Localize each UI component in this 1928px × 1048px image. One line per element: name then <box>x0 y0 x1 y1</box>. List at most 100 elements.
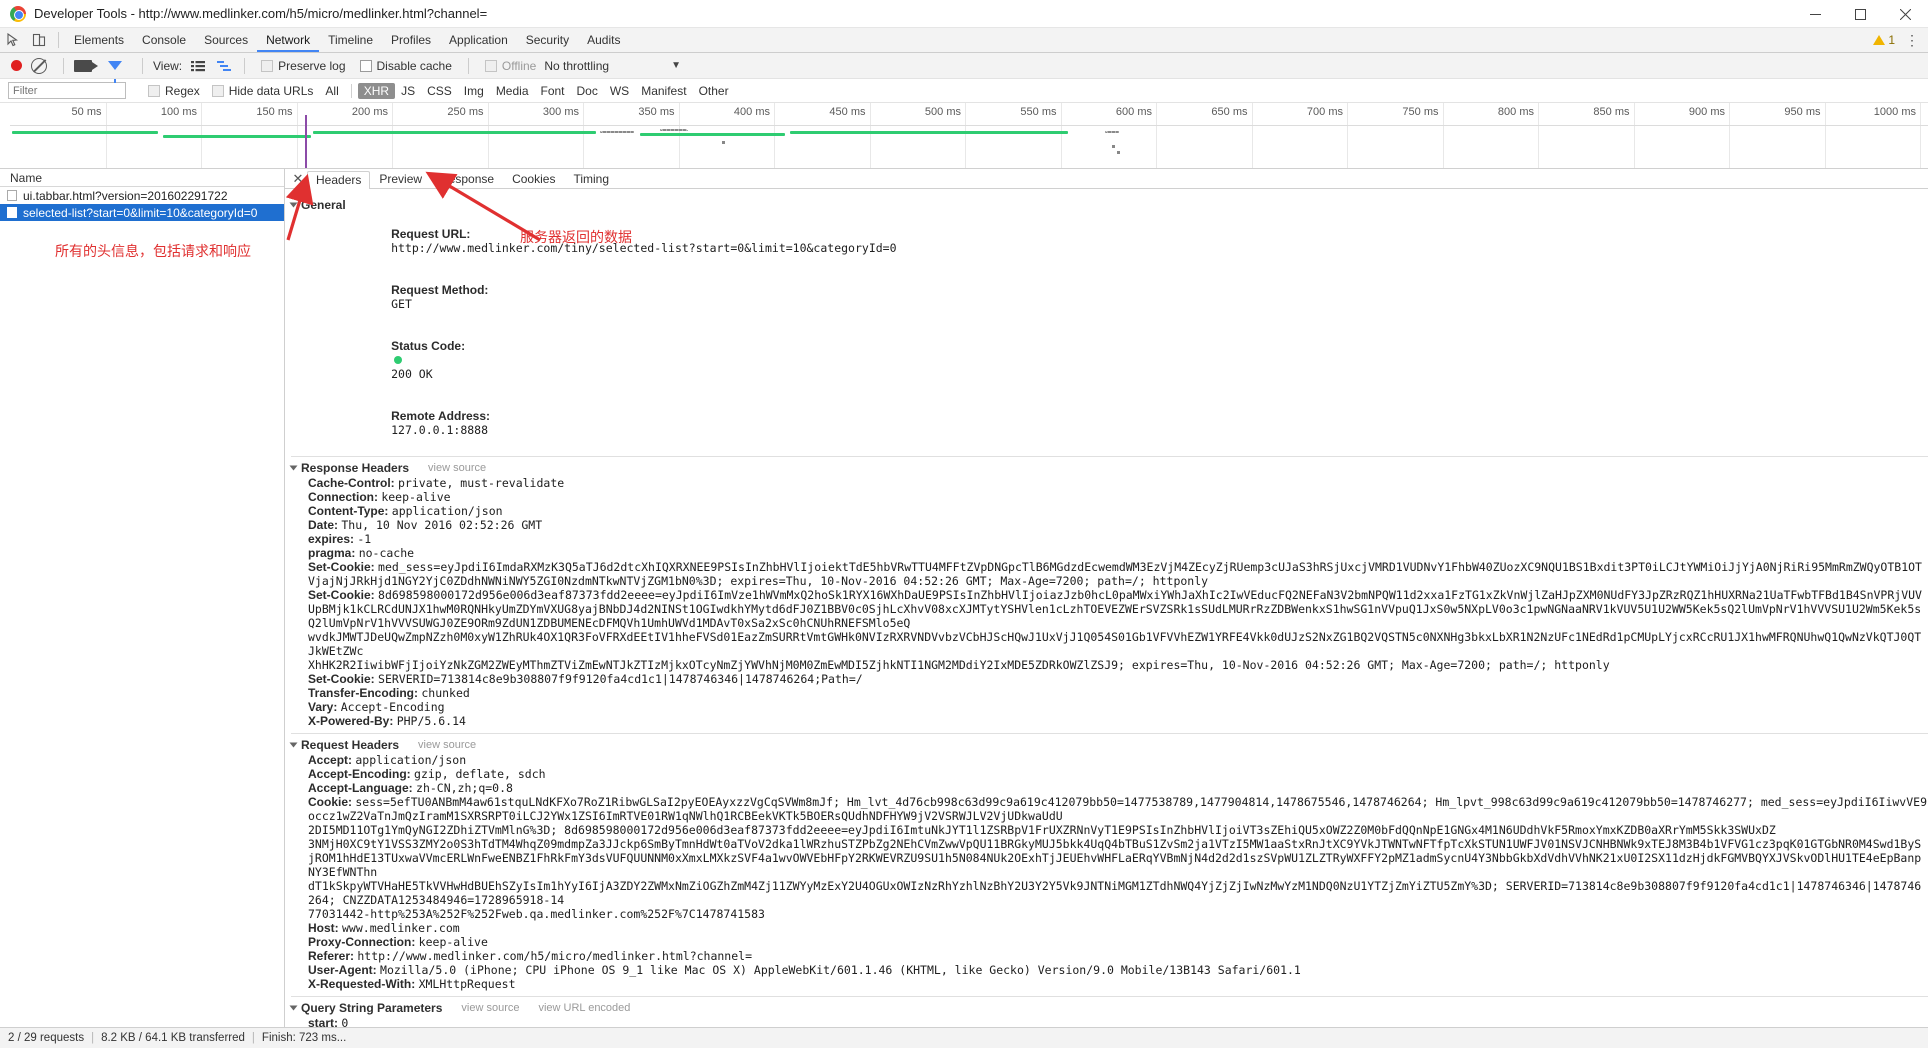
device-toolbar-icon[interactable] <box>26 28 52 52</box>
filter-type-all[interactable]: All <box>319 83 344 99</box>
overview-dom-marker <box>305 115 307 168</box>
overview-tick-label: 350 ms <box>638 106 675 118</box>
overview-tick-label: 750 ms <box>1402 106 1439 118</box>
view-waterfall-icon[interactable] <box>214 58 234 74</box>
capture-screenshots-icon[interactable] <box>74 59 98 72</box>
requests-column-header[interactable]: Name <box>0 169 284 187</box>
section-request-headers-header[interactable]: Request Headers view source <box>289 738 1928 752</box>
filter-type-ws[interactable]: WS <box>604 83 635 99</box>
section-response-headers-header[interactable]: Response Headers view source <box>289 461 1928 475</box>
filter-toggle-icon[interactable] <box>108 61 122 83</box>
tab-console[interactable]: Console <box>133 28 195 52</box>
section-title: Request Headers <box>301 738 400 752</box>
header-row: XhHK2R2IiwibWFjIjoiYzNkZGM2ZWEyMThmZTViZ… <box>308 658 1928 672</box>
view-list-icon[interactable] <box>188 58 208 74</box>
filter-type-doc[interactable]: Doc <box>571 83 604 99</box>
filter-bar: Regex Hide data URLs All XHR JS CSS Img … <box>0 79 1928 103</box>
section-query-string-header[interactable]: Query String Parameters view source view… <box>289 1001 1928 1015</box>
inspect-element-icon[interactable] <box>0 28 26 52</box>
minimize-button[interactable] <box>1793 0 1838 28</box>
filter-type-media[interactable]: Media <box>490 83 535 99</box>
overview-bar <box>163 135 311 138</box>
view-source-link[interactable]: view source <box>428 462 486 474</box>
filter-type-js[interactable]: JS <box>395 83 421 99</box>
hide-data-urls-label: Hide data URLs <box>228 83 314 98</box>
tab-headers[interactable]: Headers <box>307 170 371 189</box>
filter-type-xhr[interactable]: XHR <box>357 82 396 99</box>
overview-tick <box>105 103 107 168</box>
header-value: 0 <box>341 1016 349 1027</box>
list-item[interactable]: ui.tabbar.html?version=201602291722 <box>0 187 284 204</box>
section-general-header[interactable]: General <box>289 198 1928 212</box>
tab-application[interactable]: Application <box>440 28 517 52</box>
header-value: no-cache <box>358 546 415 560</box>
tab-network[interactable]: Network <box>257 28 319 52</box>
view-url-encoded-link[interactable]: view URL encoded <box>538 1002 630 1014</box>
filter-type-font[interactable]: Font <box>535 83 571 99</box>
overview-dot <box>1112 145 1115 148</box>
toolbar-divider <box>58 32 59 48</box>
filter-type-manifest[interactable]: Manifest <box>635 83 692 99</box>
tab-audits[interactable]: Audits <box>578 28 629 52</box>
view-source-link[interactable]: view source <box>418 739 476 751</box>
section-divider <box>291 996 1928 997</box>
tab-cookies[interactable]: Cookies <box>503 170 564 188</box>
more-options-icon[interactable]: ⋮ <box>1905 33 1920 47</box>
hide-data-urls-checkbox[interactable]: Hide data URLs <box>211 83 314 98</box>
warning-badge[interactable]: 1 <box>1873 33 1895 47</box>
tab-timing[interactable]: Timing <box>564 170 618 188</box>
preserve-log-checkbox[interactable]: Preserve log <box>261 59 346 73</box>
tab-security[interactable]: Security <box>517 28 578 52</box>
chevron-down-icon[interactable]: ▼ <box>671 60 681 71</box>
overview-tick-label: 550 ms <box>1020 106 1057 118</box>
requests-list[interactable]: ui.tabbar.html?version=201602291722 sele… <box>0 187 284 1027</box>
network-overview[interactable]: 50 ms 100 ms 150 ms 200 ms 250 ms 300 ms 350 m… <box>0 103 1928 169</box>
devtools-window: Developer Tools - http://www.medlinker.c… <box>0 0 1928 1048</box>
requests-count: 2 / 29 requests <box>8 1032 85 1044</box>
header-value: dT1kSkpyWTVHaHE5TkVVHwHdBUEhSZyIsIm1hYyI… <box>308 879 1922 907</box>
filter-type-other[interactable]: Other <box>693 83 735 99</box>
header-value: -1 <box>357 532 372 546</box>
filter-type-css[interactable]: CSS <box>421 83 458 99</box>
regex-checkbox[interactable]: Regex <box>148 84 200 98</box>
header-key: Date: <box>308 518 342 532</box>
header-value: jROM1hHdE13TUxwaVVmcERLWnFweENBZ1FhRkFmY… <box>308 851 1922 879</box>
close-details-icon[interactable]: ✕ <box>289 170 307 188</box>
overview-bar <box>640 133 785 136</box>
filter-input[interactable] <box>8 82 126 99</box>
header-row: Connection: keep-alive <box>308 490 1928 504</box>
overview-bar-dashed <box>1105 131 1119 133</box>
close-button[interactable] <box>1883 0 1928 28</box>
section-title: Response Headers <box>301 461 410 475</box>
disable-cache-checkbox[interactable]: Disable cache <box>359 59 452 73</box>
record-button-icon[interactable] <box>11 60 22 71</box>
tab-elements[interactable]: Elements <box>65 28 133 52</box>
tab-response[interactable]: Response <box>431 170 503 188</box>
offline-checkbox[interactable]: Offline <box>484 58 537 73</box>
header-value: gzip, deflate, sdch <box>414 767 546 781</box>
tab-sources[interactable]: Sources <box>195 28 257 52</box>
tab-bar-right: 1 ⋮ <box>1873 33 1928 47</box>
toolbar-divider <box>63 57 64 74</box>
header-value: www.medlinker.com <box>342 921 460 935</box>
header-value: PHP/5.6.14 <box>396 714 466 728</box>
overview-tick <box>487 103 489 168</box>
clear-button-icon[interactable] <box>31 57 47 74</box>
offline-label: Offline <box>501 58 537 73</box>
overview-tick <box>1920 103 1921 168</box>
view-source-link[interactable]: view source <box>461 1002 519 1014</box>
tab-preview[interactable]: Preview <box>370 170 431 188</box>
header-value: wvdkJMWTJDeUQwZmpNZzh0M0xyW1ZhRUk4OX1QR3… <box>308 630 1922 658</box>
throttling-value[interactable]: No throttling <box>544 59 609 73</box>
tab-profiles[interactable]: Profiles <box>382 28 440 52</box>
filter-type-img[interactable]: Img <box>458 83 490 99</box>
header-row: 77031442-http%253A%252F%252Fweb.qa.medli… <box>308 907 1928 921</box>
overview-tick <box>1060 103 1062 168</box>
maximize-button[interactable] <box>1838 0 1883 28</box>
headers-content[interactable]: General Request URL: http://www.medlinke… <box>285 189 1928 1027</box>
list-item[interactable]: selected-list?start=0&limit=10&categoryI… <box>0 204 284 221</box>
header-row: 3NMjH0XC9tY1VSS3ZMY2o0S3hTdTM4WhqZ09mdmp… <box>308 837 1928 851</box>
tab-timeline[interactable]: Timeline <box>319 28 382 52</box>
overview-tick-label: 900 ms <box>1688 106 1725 118</box>
general-rows: Request URL: http://www.medlinker.com/ti… <box>291 213 1928 451</box>
